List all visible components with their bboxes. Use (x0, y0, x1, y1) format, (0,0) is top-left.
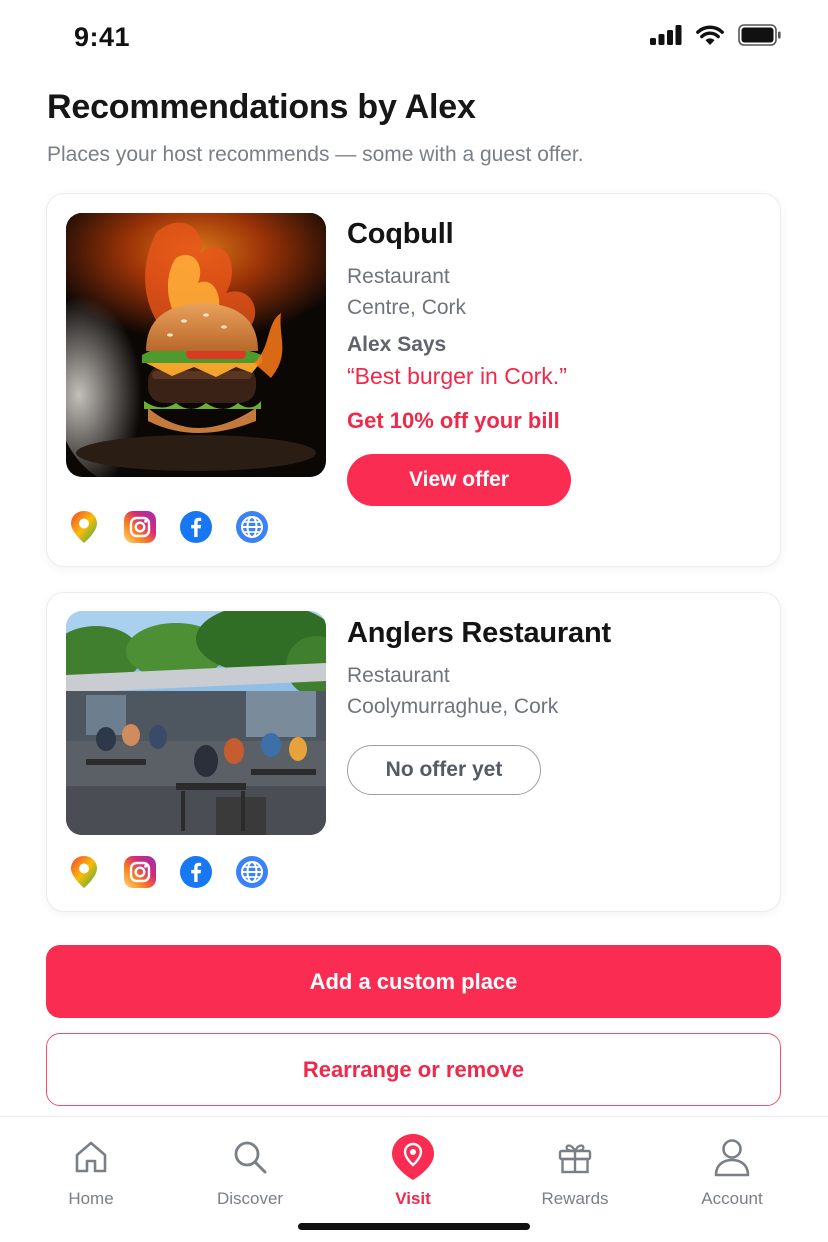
tab-label: Home (68, 1189, 114, 1208)
user-icon (713, 1133, 751, 1181)
tab-home[interactable]: Home (31, 1133, 151, 1209)
social-links (67, 855, 269, 889)
place-name: Anglers Restaurant (347, 617, 611, 649)
status-icons (650, 24, 782, 46)
facebook-icon[interactable] (179, 510, 213, 544)
social-links (67, 510, 269, 544)
tab-label: Visit (395, 1189, 431, 1208)
tab-bar: Home Discover Visit Rewards Account (0, 1116, 828, 1242)
tab-label: Rewards (541, 1189, 609, 1208)
home-indicator (298, 1223, 530, 1230)
offer-text: Get 10% off your bill (347, 408, 560, 433)
home-icon (72, 1133, 110, 1181)
place-name: Coqbull (347, 218, 454, 250)
tab-discover[interactable]: Discover (190, 1133, 310, 1209)
place-type: Restaurant (347, 265, 450, 288)
tab-label: Discover (216, 1189, 284, 1208)
outdoor-terrace-photo (66, 611, 326, 835)
battery-icon (738, 24, 782, 46)
map-pin-icon[interactable] (67, 510, 101, 544)
place-area: Centre, Cork (347, 296, 467, 319)
page-subtitle: Places your host recommends — some with … (47, 143, 584, 166)
view-offer-button[interactable]: View offer (347, 454, 571, 506)
map-pin-icon[interactable] (67, 855, 101, 889)
place-info: Anglers Restaurant Restaurant Coolymurra… (347, 617, 760, 795)
globe-icon[interactable] (235, 855, 269, 889)
tab-label: Account (701, 1189, 763, 1208)
instagram-icon[interactable] (123, 510, 157, 544)
host-quote: “Best burger in Cork.” (347, 363, 567, 389)
tab-visit[interactable]: Visit (353, 1133, 473, 1209)
rearrange-remove-button[interactable]: Rearrange or remove (46, 1033, 781, 1106)
tab-account[interactable]: Account (672, 1133, 792, 1209)
status-time: 9:41 (74, 22, 131, 52)
facebook-icon[interactable] (179, 855, 213, 889)
recommendation-card[interactable]: Anglers Restaurant Restaurant Coolymurra… (46, 592, 781, 912)
signal-icon (650, 25, 682, 45)
tab-rewards[interactable]: Rewards (515, 1133, 635, 1209)
search-icon (231, 1133, 269, 1181)
wifi-icon (696, 25, 724, 46)
no-offer-button[interactable]: No offer yet (347, 745, 541, 795)
place-type: Restaurant (347, 664, 450, 687)
place-area: Coolymurraghue, Cork (347, 695, 559, 718)
gift-icon (556, 1133, 594, 1181)
burger-photo (66, 213, 326, 477)
status-bar: 9:41 (0, 0, 828, 72)
place-info: Coqbull Restaurant Centre, Cork Alex Say… (347, 218, 760, 506)
location-pin-icon (390, 1133, 436, 1181)
host-says-label: Alex Says (347, 333, 447, 356)
add-custom-place-button[interactable]: Add a custom place (46, 945, 781, 1018)
globe-icon[interactable] (235, 510, 269, 544)
page-title: Recommendations by Alex (47, 88, 476, 126)
recommendation-card[interactable]: Coqbull Restaurant Centre, Cork Alex Say… (46, 193, 781, 567)
instagram-icon[interactable] (123, 855, 157, 889)
